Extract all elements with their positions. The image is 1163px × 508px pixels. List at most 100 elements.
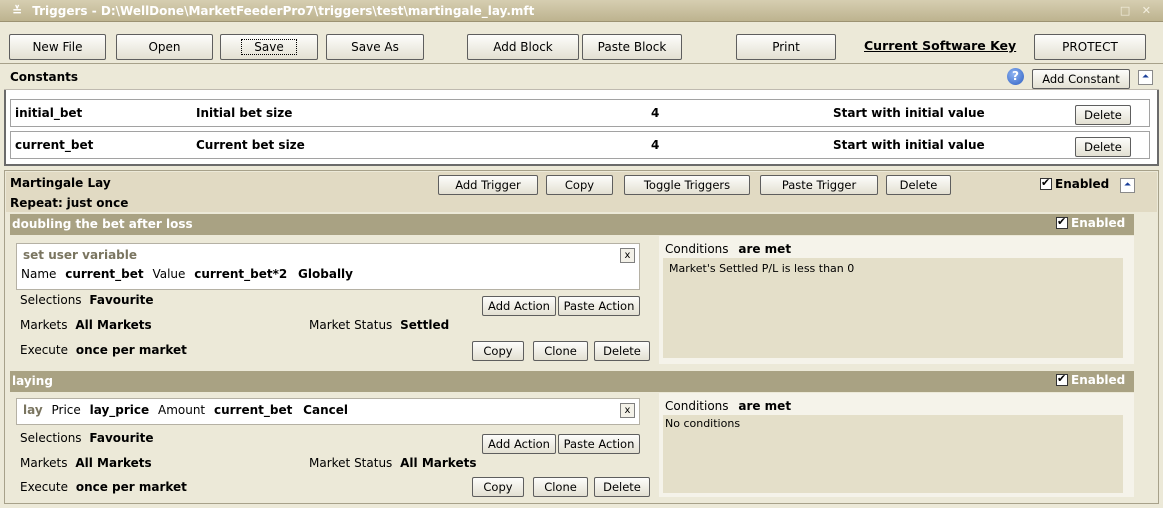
market-status-line: Market Status All Markets [309,456,476,470]
action-detail-value: current_bet [65,267,144,281]
constant-value: 4 [651,106,660,120]
conditions-state[interactable]: are met [738,399,791,413]
constant-name: initial_bet [15,106,83,120]
constant-description: Current bet size [196,138,305,152]
clone-trigger-button[interactable]: Clone [533,341,588,361]
window-titlebar[interactable]: ≚ Triggers - D:\WellDone\MarketFeederPro… [0,0,1163,22]
checkbox-icon[interactable] [1056,372,1068,386]
market-status-label: Market Status [309,318,393,332]
action-box[interactable]: lay Price lay_price Amount current_bet C… [16,398,640,425]
paste-action-button[interactable]: Paste Action [558,434,640,454]
execute-label: Execute [20,343,68,357]
remove-action-button[interactable]: x [620,248,635,263]
new-file-button[interactable]: New File [9,34,106,60]
markets-label: Markets [20,318,68,332]
execute-line: Execute once per market [20,343,187,357]
delete-constant-button[interactable]: Delete [1075,137,1131,157]
trigger-header[interactable]: laying [10,371,1134,392]
add-action-button[interactable]: Add Action [482,434,556,454]
markets-value[interactable]: All Markets [75,456,151,470]
software-key-link[interactable]: Current Software Key [864,38,1016,53]
copy-trigger-button[interactable]: Copy [472,477,524,497]
trigger-enabled-toggle[interactable]: Enabled [1056,215,1126,230]
delete-constant-button[interactable]: Delete [1075,105,1131,125]
collapse-block-icon[interactable]: ⏶ [1120,178,1135,193]
add-block-button[interactable]: Add Block [467,34,579,60]
collapse-constants-icon[interactable]: ⏶ [1138,70,1153,85]
copy-trigger-button[interactable]: Copy [472,341,524,361]
selections-value[interactable]: Favourite [89,431,153,445]
conditions-state[interactable]: are met [738,242,791,256]
market-status-line: Market Status Settled [309,318,449,332]
save-button-label: Save [241,39,297,55]
conditions-list[interactable]: No conditions [663,415,1123,493]
open-button[interactable]: Open [116,34,213,60]
repeat-value[interactable]: just once [67,196,129,210]
action-detail-label: Value [152,267,186,281]
conditions-list[interactable]: Market's Settled P/L is less than 0 [663,258,1123,358]
paste-block-button[interactable]: Paste Block [582,34,682,60]
execute-line: Execute once per market [20,480,187,494]
remove-action-button[interactable]: x [620,403,635,418]
delete-block-button[interactable]: Delete [886,175,951,195]
window-controls[interactable]: □ ✕ [1120,0,1155,22]
block-enabled-label: Enabled [1055,177,1110,191]
help-icon[interactable]: ? [1007,68,1024,85]
execute-label: Execute [20,480,68,494]
selections-label: Selections [20,293,82,307]
trigger-enabled-toggle[interactable]: Enabled [1056,372,1126,387]
toggle-triggers-button[interactable]: Toggle Triggers [624,175,750,195]
checkbox-icon[interactable] [1056,215,1068,229]
constant-name: current_bet [15,138,94,152]
conditions-panel: Conditions are met Market's Settled P/L … [659,236,1134,364]
markets-value[interactable]: All Markets [75,318,151,332]
action-detail-value: current_bet [213,403,293,417]
add-trigger-button[interactable]: Add Trigger [438,175,538,195]
constants-title: Constants [10,70,78,84]
action-box[interactable]: set user variable Name current_bet Value… [16,243,640,290]
condition-item[interactable]: Market's Settled P/L is less than 0 [669,262,854,275]
constant-value: 4 [651,138,660,152]
add-constant-button[interactable]: Add Constant [1032,69,1130,89]
action-title: set user variable [23,248,138,262]
constant-mode: Start with initial value [833,106,985,120]
save-button[interactable]: Save [220,34,318,60]
repeat-label: Repeat: [10,196,63,210]
trigger-enabled-label: Enabled [1071,373,1126,387]
conditions-header: Conditions are met [665,242,791,256]
print-button[interactable]: Print [736,34,836,60]
markets-label: Markets [20,456,68,470]
market-status-value[interactable]: Settled [400,318,449,332]
execute-value[interactable]: once per market [76,480,187,494]
trigger-name: doubling the bet after loss [12,217,193,231]
execute-value[interactable]: once per market [76,343,187,357]
add-action-button[interactable]: Add Action [482,296,556,316]
trigger-name: laying [12,374,53,388]
block-enabled-toggle[interactable]: Enabled [1040,176,1110,191]
trigger-header[interactable]: doubling the bet after loss [10,214,1134,235]
clone-trigger-button[interactable]: Clone [533,477,588,497]
selections-line: Selections Favourite [20,431,154,445]
delete-trigger-button[interactable]: Delete [594,477,650,497]
checkbox-icon[interactable] [1040,176,1052,190]
action-title: lay [23,403,43,417]
repeat-line: Repeat: just once [10,196,128,210]
action-detail-value: Globally [298,267,353,281]
save-as-button[interactable]: Save As [326,34,424,60]
market-status-label: Market Status [309,456,393,470]
menu-icon[interactable]: ≚ [12,4,22,18]
protect-button[interactable]: PROTECT [1034,34,1146,60]
copy-block-button[interactable]: Copy [546,175,613,195]
delete-trigger-button[interactable]: Delete [594,341,650,361]
trigger-enabled-label: Enabled [1071,216,1126,230]
block-name: Martingale Lay [10,176,111,190]
constant-mode: Start with initial value [833,138,985,152]
market-status-value[interactable]: All Markets [400,456,476,470]
action-detail-value: Cancel [303,403,348,417]
action-detail-value: lay_price [89,403,150,417]
paste-action-button[interactable]: Paste Action [558,296,640,316]
selections-value[interactable]: Favourite [89,293,153,307]
paste-trigger-button[interactable]: Paste Trigger [760,175,878,195]
condition-item[interactable]: No conditions [665,417,740,430]
selections-line: Selections Favourite [20,293,154,307]
